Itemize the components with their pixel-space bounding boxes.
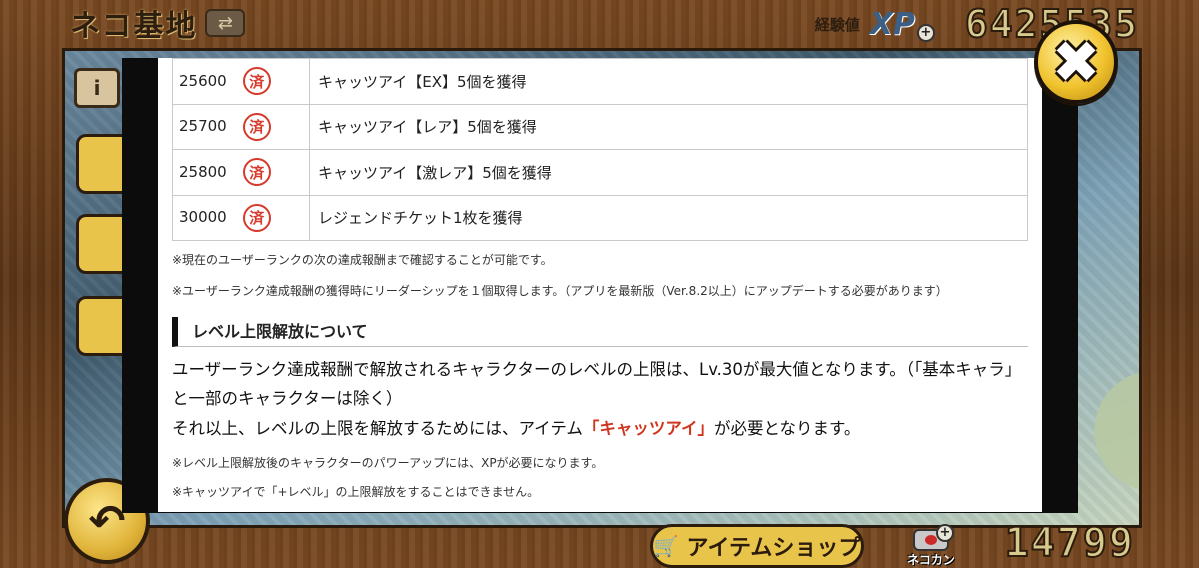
done-stamp-icon: 済 [242,158,271,187]
switch-icon[interactable]: ⇄ [205,9,246,37]
rank-cell: 25700 済 [172,103,310,150]
note-text: ※キャッツアイで「+レベル」の上限解放をすることはできません。 [172,485,540,499]
xp-caption: 経験値 [814,15,860,34]
note-text: ※ユーザーランク達成報酬の獲得時にリーダーシップを１個取得します。（アプリを最新… [172,284,948,298]
reward-cell: キャッツアイ【レア】5個を獲得 [309,103,1028,150]
rank-value: 25700 [179,117,227,136]
body-text: ユーザーランク達成報酬で解放されるキャラクターのレベルの上限は、Lv.30が最大… [172,360,1022,408]
title-plate: ネコ基地 ⇄ [60,0,270,46]
close-button[interactable]: ✖ [1034,20,1118,104]
page-title: ネコ基地 [70,9,198,44]
table-row: 30000 済 レジェンドチケット1枚を獲得 [172,194,1028,241]
rank-value: 25600 [179,71,227,90]
item-shop-button[interactable]: 🛒 アイテムショップ [650,524,864,568]
close-icon: ✖ [1051,28,1101,96]
info-icon[interactable]: i [74,68,120,108]
body-text-suffix: が必要となります。 [714,419,861,438]
reward-cell: キャッツアイ【EX】5個を獲得 [309,58,1028,105]
body-text-prefix: それ以上、レベルの上限を解放するためには、アイテム [172,419,583,438]
item-shop-label: アイテムショップ [686,536,861,561]
cart-icon: 🛒 [653,534,679,558]
rank-cell: 25600 済 [172,58,310,105]
note-text: ※レベル上限解放後のキャラクターのパワーアップには、XPが必要になります。 [172,456,604,470]
table-row: 25700 済 キャッツアイ【レア】5個を獲得 [172,103,1028,150]
done-stamp-icon: 済 [242,112,271,141]
rank-cell: 25800 済 [172,149,310,196]
neko-can-label: ネコカン [907,553,955,567]
cats-eye-highlight: 「キャッツアイ」 [582,419,715,438]
rank-value: 30000 [179,208,227,227]
reward-cell: レジェンドチケット1枚を獲得 [309,194,1028,241]
section-heading: レベル上限解放について [172,317,1028,347]
neko-can-plus-icon[interactable]: + [936,524,954,542]
note-text: ※現在のユーザーランクの次の達成報酬まで確認することが可能です。 [172,253,553,267]
reward-cell: キャッツアイ【激レア】5個を獲得 [309,149,1028,196]
done-stamp-icon: 済 [242,203,271,232]
done-stamp-icon: 済 [242,67,271,96]
rank-cell: 30000 済 [172,194,310,241]
rank-value: 25800 [179,162,227,181]
neko-can-button[interactable]: ネコカン [896,522,966,568]
xp-plus-icon[interactable]: + [916,24,935,42]
neko-can-value: 14799 [1004,519,1135,567]
rank-reward-modal[interactable]: 25600 済 キャッツアイ【EX】5個を獲得 25700 済 キャッツアイ【レ… [158,58,1042,512]
body-text: それ以上、レベルの上限を解放するためには、アイテム「キャッツアイ」が必要となりま… [172,414,1032,443]
table-row: 25800 済 キャッツアイ【激レア】5個を獲得 [172,149,1028,196]
reward-table: 25600 済 キャッツアイ【EX】5個を獲得 25700 済 キャッツアイ【レ… [172,58,1028,241]
table-row: 25600 済 キャッツアイ【EX】5個を獲得 [172,58,1028,105]
xp-label: XP [869,6,915,42]
